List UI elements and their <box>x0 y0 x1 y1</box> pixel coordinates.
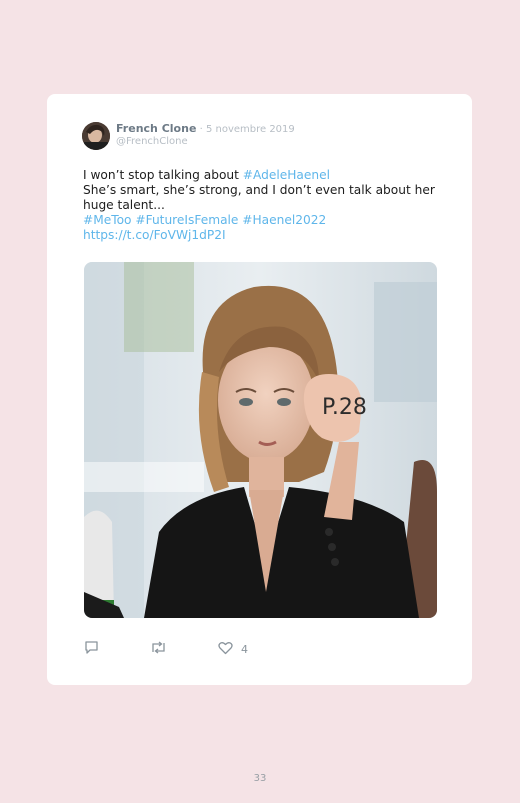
author-handle[interactable]: @FrenchClone <box>116 136 188 147</box>
hashtag-adelehaenel[interactable]: #AdeleHaenel <box>243 168 330 182</box>
like-count: 4 <box>241 643 248 656</box>
tweet-line-1-text: I won’t stop talking about <box>83 168 243 182</box>
hand-writing: P.28 <box>322 395 367 420</box>
retweet-button[interactable] <box>150 640 167 659</box>
tweet-actions: 4 <box>84 640 284 656</box>
tweet-line-1: I won’t stop talking about #AdeleHaenel <box>83 168 438 183</box>
heart-icon <box>218 640 233 659</box>
tweet-date[interactable]: · 5 novembre 2019 <box>196 124 295 135</box>
avatar[interactable] <box>82 122 110 150</box>
tweet-text: I won’t stop talking about #AdeleHaenel … <box>83 168 438 243</box>
reply-icon <box>84 640 99 659</box>
tweet-photo[interactable]: P.28 <box>84 262 437 618</box>
tweet-url[interactable]: https://t.co/FoVWj1dP2I <box>83 228 438 243</box>
retweet-icon <box>150 640 167 659</box>
tweet-line-2: She’s smart, she’s strong, and I don’t e… <box>83 183 435 212</box>
author-line: French Clone · 5 novembre 2019 <box>116 122 295 135</box>
reply-button[interactable] <box>84 640 99 659</box>
tweet-card: French Clone · 5 novembre 2019 @FrenchCl… <box>47 94 472 685</box>
page-number: 33 <box>253 773 267 784</box>
tweet-hashtags[interactable]: #MeToo #FutureIsFemale #Haenel2022 <box>83 213 438 228</box>
author-name[interactable]: French Clone <box>116 122 196 135</box>
like-button[interactable]: 4 <box>218 640 248 659</box>
